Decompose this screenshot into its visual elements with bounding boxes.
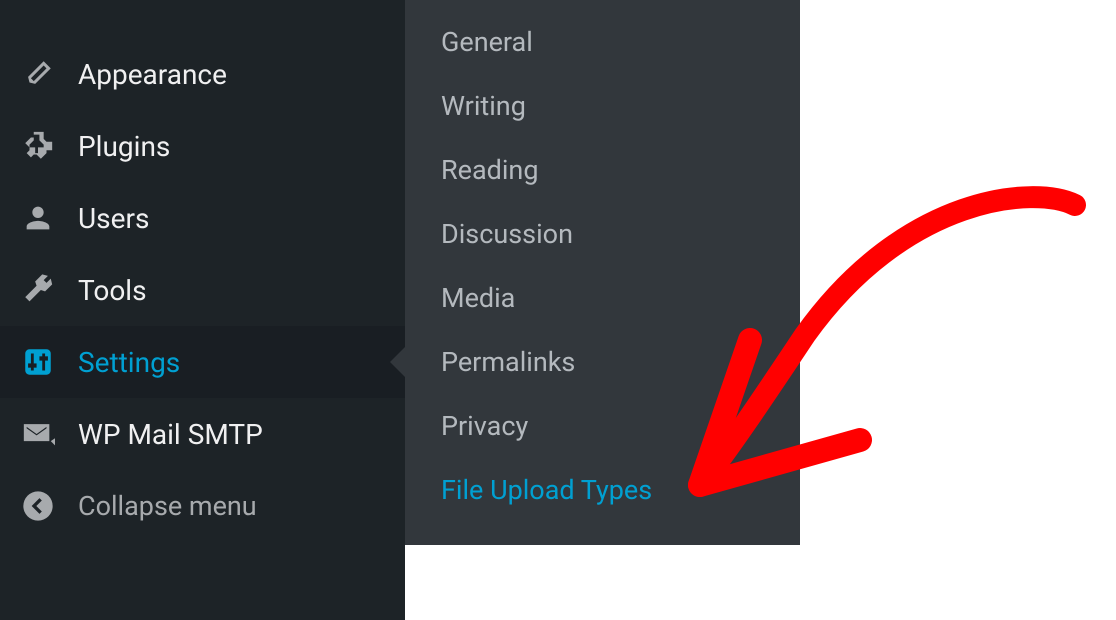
submenu-item-general[interactable]: General (405, 10, 800, 74)
collapse-menu-button[interactable]: Collapse menu (0, 470, 405, 542)
sidebar-item-appearance[interactable]: Appearance (0, 38, 405, 110)
submenu-item-label: Media (441, 282, 515, 314)
submenu-item-reading[interactable]: Reading (405, 138, 800, 202)
users-icon (20, 200, 56, 236)
sidebar-item-label: WP Mail SMTP (78, 418, 263, 451)
submenu-item-privacy[interactable]: Privacy (405, 394, 800, 458)
settings-submenu: General Writing Reading Discussion Media… (405, 0, 800, 545)
submenu-item-label: File Upload Types (441, 474, 652, 506)
sidebar-item-tools[interactable]: Tools (0, 254, 405, 326)
sidebar-item-users[interactable]: Users (0, 182, 405, 254)
tools-icon (20, 272, 56, 308)
plugins-icon (20, 128, 56, 164)
mail-icon (20, 416, 56, 452)
sidebar-item-label: Settings (78, 346, 180, 379)
submenu-item-label: General (441, 26, 533, 58)
submenu-item-media[interactable]: Media (405, 266, 800, 330)
submenu-item-file-upload-types[interactable]: File Upload Types (405, 458, 800, 522)
collapse-label: Collapse menu (78, 490, 257, 522)
admin-sidebar: Appearance Plugins Users Tools Settings … (0, 0, 405, 620)
sidebar-item-label: Tools (78, 274, 147, 307)
submenu-item-writing[interactable]: Writing (405, 74, 800, 138)
collapse-icon (20, 488, 56, 524)
sidebar-item-settings[interactable]: Settings (0, 326, 405, 398)
submenu-item-permalinks[interactable]: Permalinks (405, 330, 800, 394)
submenu-item-label: Writing (441, 90, 526, 122)
submenu-item-label: Permalinks (441, 346, 575, 378)
submenu-item-label: Discussion (441, 218, 573, 250)
sidebar-item-label: Plugins (78, 130, 170, 163)
sidebar-item-plugins[interactable]: Plugins (0, 110, 405, 182)
appearance-icon (20, 56, 56, 92)
sidebar-item-label: Appearance (78, 58, 227, 91)
submenu-item-label: Reading (441, 154, 539, 186)
submenu-item-label: Privacy (441, 410, 528, 442)
submenu-item-discussion[interactable]: Discussion (405, 202, 800, 266)
settings-icon (20, 344, 56, 380)
sidebar-item-wp-mail-smtp[interactable]: WP Mail SMTP (0, 398, 405, 470)
sidebar-item-label: Users (78, 202, 149, 235)
